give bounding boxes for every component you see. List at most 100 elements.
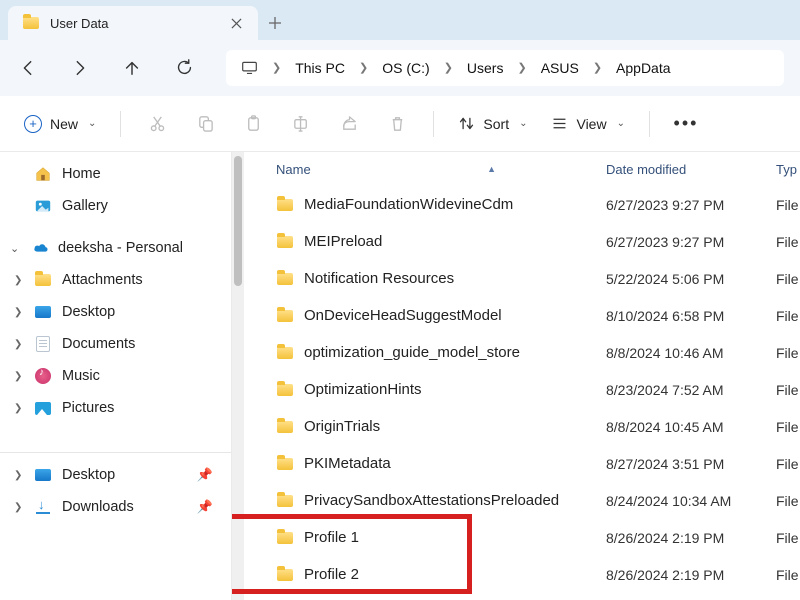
file-type: File [776,234,800,250]
sidebar-group-onedrive[interactable]: ⌄ deeksha - Personal [0,232,231,264]
table-row[interactable]: Notification Resources5/22/2024 5:06 PMF… [276,260,800,297]
nav-row: ❯ This PC ❯ OS (C:) ❯ Users ❯ ASUS ❯ App… [0,40,800,96]
new-tab-button[interactable] [258,6,292,40]
toolbar-separator [649,111,650,137]
table-row[interactable]: PKIMetadata8/27/2024 3:51 PMFile [276,445,800,482]
sidebar-quick-desktop[interactable]: ❯ Desktop 📌 [0,459,231,491]
copy-button[interactable] [183,102,227,146]
column-headers: Name ▲ Date modified Typ [248,152,800,186]
more-button[interactable]: ••• [664,102,708,146]
share-button[interactable] [327,102,371,146]
table-row[interactable]: OnDeviceHeadSuggestModel8/10/2024 6:58 P… [276,297,800,334]
column-header-type[interactable]: Typ [776,162,800,177]
table-row[interactable]: OriginTrials8/8/2024 10:45 AMFile [276,408,800,445]
monitor-icon [240,59,258,77]
chevron-right-icon: ❯ [14,502,22,513]
chevron-right-icon: ❯ [593,61,602,74]
sidebar-item-gallery[interactable]: Gallery [0,190,231,222]
sidebar-label: Pictures [62,400,114,416]
refresh-button[interactable] [172,56,196,80]
sidebar-label: Downloads [62,499,134,515]
desktop-icon [34,303,52,321]
file-date: 8/10/2024 6:58 PM [606,308,776,324]
plus-icon: + [24,115,42,133]
chevron-right-icon: ❯ [14,371,22,382]
sidebar-item-desktop[interactable]: ❯ Desktop [0,296,231,328]
file-name: PrivacySandboxAttestationsPreloaded [304,492,559,509]
file-date: 6/27/2023 9:27 PM [606,234,776,250]
sidebar-divider [0,452,231,453]
home-icon [34,165,52,183]
sidebar-item-music[interactable]: ❯ Music [0,360,231,392]
sidebar-quick-downloads[interactable]: ❯ Downloads 📌 [0,491,231,523]
table-row[interactable]: optimization_guide_model_store8/8/2024 1… [276,334,800,371]
documents-icon [34,335,52,353]
column-header-date[interactable]: Date modified [606,162,776,177]
paste-button[interactable] [231,102,275,146]
file-name: PKIMetadata [304,455,391,472]
tab-title: User Data [50,16,218,31]
chevron-right-icon: ❯ [14,470,22,481]
breadcrumb-item[interactable]: OS (C:) [382,60,429,76]
file-date: 8/23/2024 7:52 AM [606,382,776,398]
folder-icon [276,344,294,362]
chevron-down-icon: ⌄ [88,118,96,129]
chevron-down-icon: ⌄ [617,118,625,129]
file-type: File [776,345,800,361]
sidebar-label: Desktop [62,304,115,320]
delete-button[interactable] [375,102,419,146]
breadcrumb-item[interactable]: AppData [616,60,670,76]
sidebar-item-attachments[interactable]: ❯ Attachments [0,264,231,296]
file-date: 8/24/2024 10:34 AM [606,493,776,509]
breadcrumb-item[interactable]: This PC [295,60,345,76]
gallery-icon [34,197,52,215]
rename-button[interactable] [279,102,323,146]
file-name: Profile 1 [304,529,359,546]
breadcrumb-item[interactable]: ASUS [541,60,579,76]
folder-icon [34,271,52,289]
back-button[interactable] [16,56,40,80]
file-date: 8/27/2024 3:51 PM [606,456,776,472]
close-icon[interactable] [228,15,244,31]
chevron-right-icon: ❯ [517,61,526,74]
file-date: 8/26/2024 2:19 PM [606,530,776,546]
chevron-right-icon: ❯ [14,307,22,318]
table-row[interactable]: Profile 28/26/2024 2:19 PMFile [276,556,800,593]
sidebar: Home Gallery ⌄ deeksha - Personal ❯ Atta… [0,152,232,600]
main-split: Home Gallery ⌄ deeksha - Personal ❯ Atta… [0,152,800,600]
cloud-icon [32,239,50,257]
up-button[interactable] [120,56,144,80]
sidebar-item-documents[interactable]: ❯ Documents [0,328,231,360]
folder-icon [276,492,294,510]
tab-current[interactable]: User Data [8,6,258,40]
file-type: File [776,382,800,398]
sidebar-item-home[interactable]: Home [0,158,231,190]
table-row[interactable]: PrivacySandboxAttestationsPreloaded 8/24/… [276,482,800,519]
file-name: MEIPreload [304,233,382,250]
breadcrumb-item[interactable]: Users [467,60,504,76]
table-row[interactable]: MEIPreload 6/27/2023 9:27 PMFile [276,223,800,260]
file-type: File [776,530,800,546]
view-button[interactable]: View ⌄ [541,115,634,132]
table-row[interactable]: Profile 1 8/26/2024 2:19 PMFile [276,519,800,556]
scrollbar-thumb[interactable] [234,156,242,286]
sort-icon [458,115,475,132]
column-header-name[interactable]: Name ▲ [276,162,606,177]
desktop-icon [34,466,52,484]
folder-icon [276,381,294,399]
sort-button[interactable]: Sort ⌄ [448,115,537,132]
scrollbar-vertical[interactable] [232,152,244,600]
file-name: OptimizationHints [304,381,422,398]
file-type: File [776,271,800,287]
sidebar-item-pictures[interactable]: ❯ Pictures [0,392,231,424]
breadcrumb[interactable]: ❯ This PC ❯ OS (C:) ❯ Users ❯ ASUS ❯ App… [226,50,784,86]
folder-icon [276,566,294,584]
pin-icon: 📌 [197,499,213,515]
sort-asc-icon: ▲ [487,164,496,174]
file-type: File [776,567,800,583]
forward-button[interactable] [68,56,92,80]
table-row[interactable]: OptimizationHints 8/23/2024 7:52 AMFile [276,371,800,408]
new-button[interactable]: + New ⌄ [14,111,106,137]
table-row[interactable]: MediaFoundationWidevineCdm6/27/2023 9:27… [276,186,800,223]
cut-button[interactable] [135,102,179,146]
